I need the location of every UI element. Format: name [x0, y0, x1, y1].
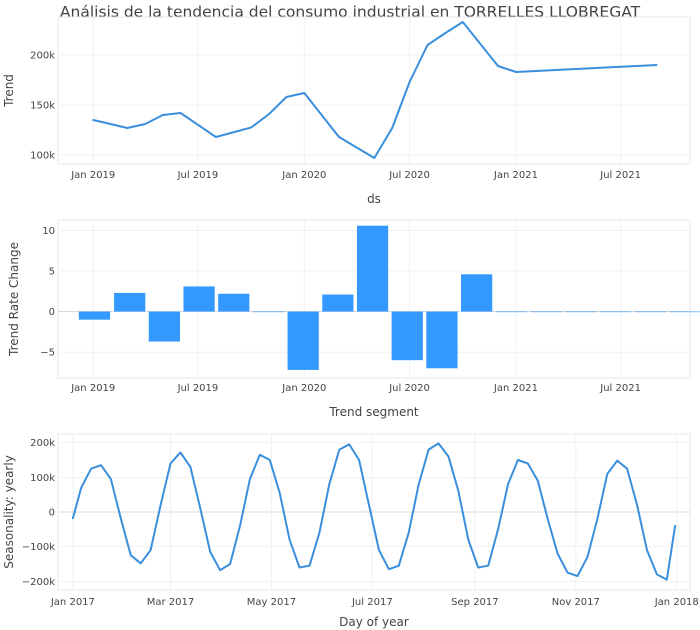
- x-tick-label: Jan 2020: [281, 170, 326, 181]
- y-tick-label: 100k: [30, 151, 55, 162]
- x-axis-title: Day of year: [339, 615, 409, 629]
- x-tick-label: Mar 2017: [147, 597, 195, 608]
- x-tick-label: Jan 2020: [281, 383, 326, 394]
- trend-panel: Jan 2019 Jul 2019 Jan 2020 Jul 2020 Jan 2021…: [2, 16, 691, 206]
- trend-rate-change-bar: [252, 311, 285, 313]
- y-tick-label: 150k: [30, 101, 55, 112]
- trend-rate-change-bar: [565, 311, 597, 313]
- y-tick-label: 100k: [30, 473, 55, 484]
- trend-rate-change-bar: [669, 311, 700, 313]
- chart-root: Análisis de la tendencia del consumo ind…: [0, 0, 700, 630]
- x-tick-label: Jan 2018: [654, 597, 699, 608]
- x-tick-label: Sep 2017: [451, 597, 498, 608]
- y-tick-label: 200k: [30, 438, 55, 449]
- y-tick-label: 0: [49, 307, 55, 318]
- y-axis-title: Seasonality: yearly: [2, 455, 16, 569]
- x-axis-title: Trend segment: [328, 405, 419, 419]
- plot-area: [57, 16, 691, 165]
- x-tick-label: May 2017: [247, 597, 296, 608]
- y-axis-title: Trend Rate Change: [7, 242, 21, 357]
- x-tick-label: Jul 2021: [599, 170, 641, 181]
- trend-rate-change-bar: [356, 225, 389, 312]
- x-tick-label: Jul 2020: [388, 383, 430, 394]
- x-tick-label: Jan 2019: [70, 170, 115, 181]
- y-tick-label: 5: [49, 267, 55, 278]
- trend-rate-change-bar: [391, 311, 423, 361]
- trend-rate-change-bar: [148, 311, 181, 342]
- y-axis-title: Trend: [2, 74, 16, 108]
- x-tick-label: Jul 2019: [177, 383, 219, 394]
- x-axis-title: ds: [367, 192, 381, 206]
- y-tick-label: −100k: [22, 542, 55, 553]
- x-tick-label: Jan 2021: [493, 383, 538, 394]
- chart-title: Análisis de la tendencia del consumo ind…: [60, 3, 641, 21]
- x-tick-label: Jan 2021: [493, 170, 538, 181]
- trend-rate-change-bar: [495, 311, 527, 313]
- y-tick-label: 0: [49, 508, 55, 519]
- y-tick-label: 200k: [30, 51, 55, 62]
- x-tick-label: Jul 2021: [599, 383, 641, 394]
- trend-rate-change-bar: [634, 311, 666, 313]
- trend-rate-change-bar: [599, 311, 632, 313]
- trend-rate-change-bar: [287, 311, 319, 370]
- trend-rate-change-bar: [426, 311, 458, 369]
- x-tick-label: Jul 2020: [388, 170, 430, 181]
- trend-rate-change-bar: [461, 274, 493, 312]
- y-tick-label: −5: [40, 348, 55, 359]
- trend-rate-change-bar: [530, 311, 562, 313]
- trend-rate-change-bar: [78, 311, 111, 320]
- x-tick-label: Jan 2019: [70, 383, 115, 394]
- y-tick-label: 10: [42, 226, 55, 237]
- x-tick-label: Jan 2017: [50, 597, 95, 608]
- trend-rate-change-bar: [114, 292, 146, 312]
- trend-rate-change-bar: [322, 294, 354, 312]
- x-tick-label: Jul 2019: [177, 170, 219, 181]
- chart-figure: Análisis de la tendencia del consumo ind…: [2, 3, 700, 629]
- x-tick-label: Jul 2017: [351, 597, 393, 608]
- trend-line: [92, 21, 658, 159]
- trend-rate-change-bar: [183, 286, 215, 312]
- x-tick-label: Nov 2017: [552, 597, 600, 608]
- seasonality-yearly-panel: Jan 2017 Mar 2017 May 2017 Jul 2017 Sep 2017…: [2, 433, 699, 629]
- trend-rate-change-panel: Jan 2019 Jul 2019 Jan 2020 Jul 2020 Jan 2021…: [7, 219, 700, 419]
- trend-rate-change-bar: [218, 293, 250, 312]
- y-tick-label: −200k: [22, 577, 55, 588]
